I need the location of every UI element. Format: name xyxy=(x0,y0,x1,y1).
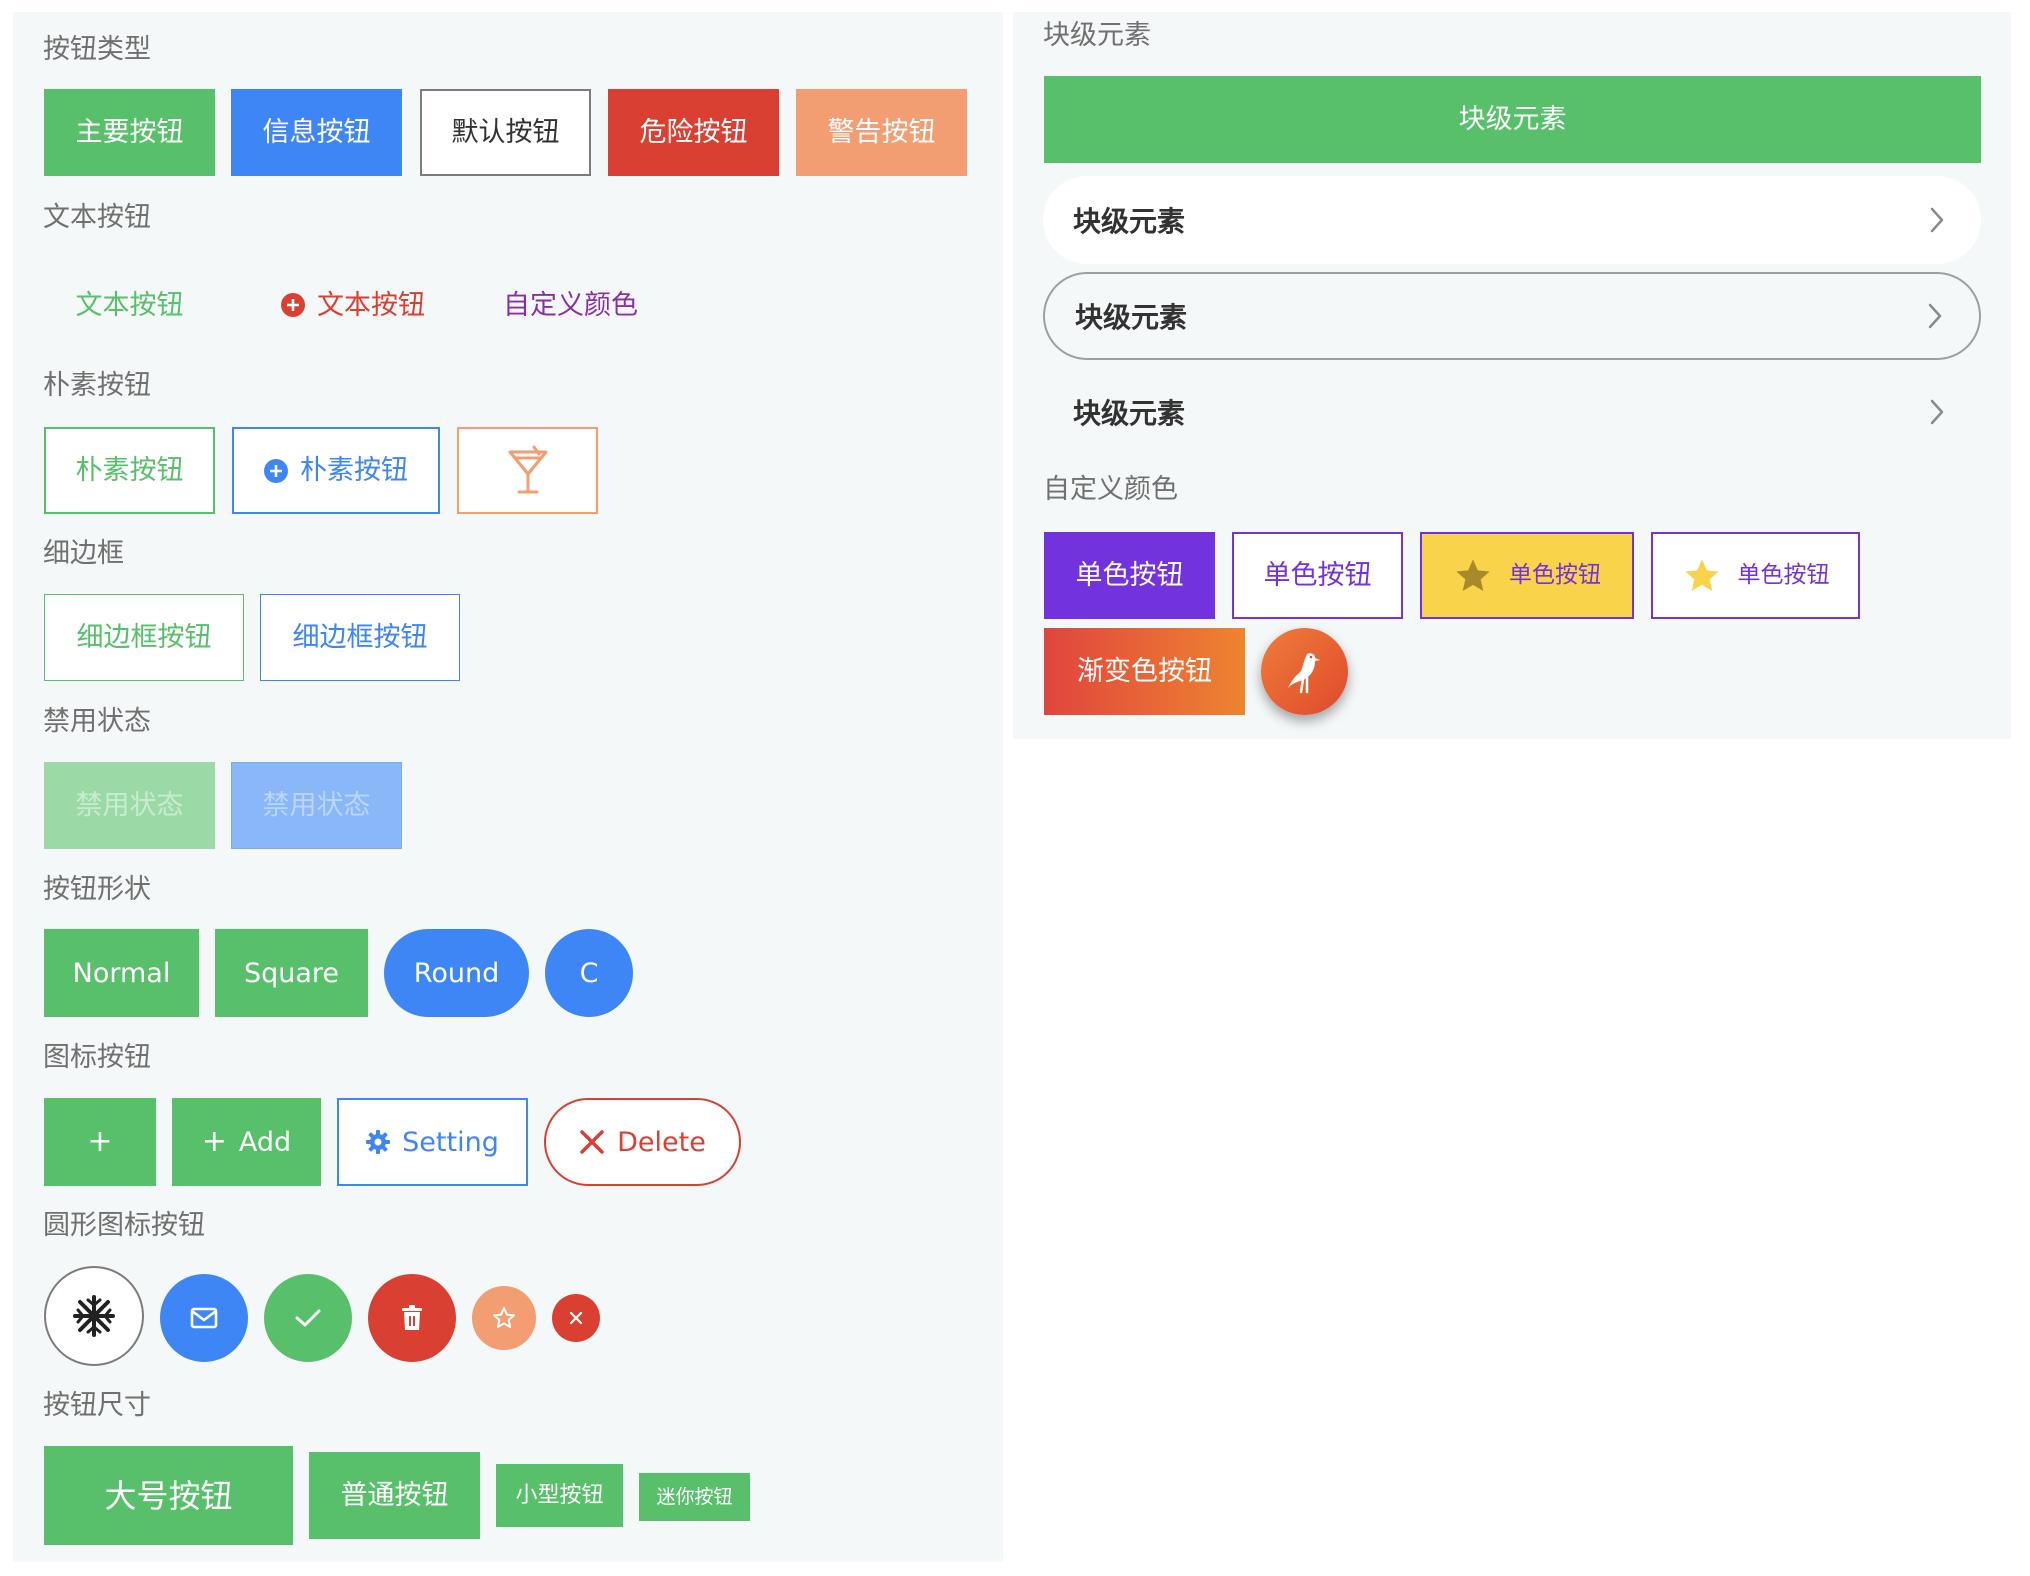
setting-button-label: Setting xyxy=(402,1126,499,1158)
section-title-size: 按钮尺寸 xyxy=(43,1390,151,1421)
trash-icon xyxy=(401,1305,423,1331)
small-button[interactable]: 小型按钮 xyxy=(496,1464,623,1527)
left-panel: 按钮类型 主要按钮 信息按钮 默认按钮 危险按钮 警告按钮 文本按钮 文本按钮 … xyxy=(13,12,1003,1562)
text-button-red-label: 文本按钮 xyxy=(317,289,425,321)
chevron-right-icon xyxy=(1927,302,1943,330)
gear-icon xyxy=(366,1130,391,1154)
star-yellow-button[interactable]: 单色按钮 xyxy=(1420,532,1634,619)
outline-color-button[interactable]: 单色按钮 xyxy=(1232,532,1403,619)
cocktail-icon xyxy=(506,444,550,498)
normal-size-button[interactable]: 普通按钮 xyxy=(309,1452,480,1539)
section-title-disabled: 禁用状态 xyxy=(43,706,151,737)
block-cell-label: 块级元素 xyxy=(1075,301,1188,334)
plus-circle-icon xyxy=(264,458,288,483)
large-button[interactable]: 大号按钮 xyxy=(44,1446,293,1545)
check-icon xyxy=(294,1307,322,1329)
square-shape-button[interactable]: Square xyxy=(215,929,368,1017)
info-button[interactable]: 信息按钮 xyxy=(231,89,402,176)
text-button-custom-color[interactable]: 自定义颜色 xyxy=(483,265,658,345)
snowflake-round-button[interactable] xyxy=(44,1266,144,1366)
plain-button-blue-label: 朴素按钮 xyxy=(300,455,408,486)
close-icon xyxy=(579,1129,605,1155)
plain-button-blue[interactable]: 朴素按钮 xyxy=(232,427,440,514)
chevron-right-icon xyxy=(1929,206,1945,234)
delete-button-label: Delete xyxy=(617,1126,706,1158)
gradient-button[interactable]: 渐变色按钮 xyxy=(1044,628,1245,715)
mail-icon xyxy=(190,1307,218,1329)
delete-button[interactable]: Delete xyxy=(544,1098,741,1186)
section-title-hairline: 细边框 xyxy=(43,538,124,569)
section-title-shape: 按钮形状 xyxy=(43,874,151,905)
section-title-plain-buttons: 朴素按钮 xyxy=(43,370,151,401)
plus-circle-icon xyxy=(281,293,305,317)
section-title-icon-buttons: 图标按钮 xyxy=(43,1042,151,1073)
disabled-button-blue: 禁用状态 xyxy=(231,762,402,849)
warning-button[interactable]: 警告按钮 xyxy=(796,89,967,176)
text-button-red[interactable]: 文本按钮 xyxy=(253,265,453,345)
section-title-text-buttons: 文本按钮 xyxy=(43,202,151,233)
trash-round-button[interactable] xyxy=(368,1274,456,1362)
default-button[interactable]: 默认按钮 xyxy=(420,89,591,176)
seagull-fab-button[interactable] xyxy=(1261,628,1348,715)
mail-round-button[interactable] xyxy=(160,1274,248,1362)
block-cell-plain[interactable]: 块级元素 xyxy=(1043,368,1981,456)
disabled-button-green: 禁用状态 xyxy=(44,762,215,849)
solid-color-button[interactable]: 单色按钮 xyxy=(1044,532,1215,619)
plain-button-icon[interactable] xyxy=(457,427,598,514)
text-button-green[interactable]: 文本按钮 xyxy=(44,265,215,345)
star-icon xyxy=(492,1306,516,1330)
mini-button[interactable]: 迷你按钮 xyxy=(639,1473,750,1521)
section-title-block: 块级元素 xyxy=(1043,20,1151,51)
snowflake-icon xyxy=(72,1294,116,1338)
block-cell-label: 块级元素 xyxy=(1073,205,1186,238)
close-icon xyxy=(569,1311,583,1325)
danger-button[interactable]: 危险按钮 xyxy=(608,89,779,176)
normal-shape-button[interactable]: Normal xyxy=(44,929,199,1017)
hairline-button-blue[interactable]: 细边框按钮 xyxy=(260,594,460,681)
right-panel: 块级元素 块级元素 块级元素 块级元素 块级元素 自定义颜色 单色按钮 单色按钮… xyxy=(1013,12,2011,739)
star-icon xyxy=(1453,556,1493,596)
star-round-button[interactable] xyxy=(472,1286,536,1350)
check-round-button[interactable] xyxy=(264,1274,352,1362)
add-button[interactable]: + Add xyxy=(172,1098,321,1186)
round-shape-button[interactable]: Round xyxy=(384,929,529,1017)
circle-shape-button[interactable]: C xyxy=(545,929,633,1017)
star-yellow-button-label: 单色按钮 xyxy=(1509,562,1601,588)
hairline-button-green[interactable]: 细边框按钮 xyxy=(44,594,244,681)
seagull-icon xyxy=(1283,648,1327,696)
section-title-round-icon-buttons: 圆形图标按钮 xyxy=(43,1210,205,1241)
setting-button[interactable]: Setting xyxy=(337,1098,528,1186)
block-cell-label: 块级元素 xyxy=(1073,397,1186,430)
star-icon xyxy=(1682,556,1722,596)
add-button-label: Add xyxy=(238,1126,292,1158)
chevron-right-icon xyxy=(1929,398,1945,426)
section-title-custom-color: 自定义颜色 xyxy=(1043,474,1178,505)
plus-icon-button[interactable]: + xyxy=(44,1098,156,1186)
close-round-button[interactable] xyxy=(552,1294,600,1342)
block-primary-button[interactable]: 块级元素 xyxy=(1044,76,1981,163)
block-cell-round[interactable]: 块级元素 xyxy=(1043,176,1981,264)
star-outline-button-label: 单色按钮 xyxy=(1737,562,1830,588)
star-outline-button[interactable]: 单色按钮 xyxy=(1651,532,1860,619)
plain-button-green[interactable]: 朴素按钮 xyxy=(44,427,215,514)
plus-icon: + xyxy=(201,1124,227,1159)
primary-button[interactable]: 主要按钮 xyxy=(44,89,215,176)
section-title-button-types: 按钮类型 xyxy=(43,34,151,65)
block-cell-outline[interactable]: 块级元素 xyxy=(1043,272,1981,360)
